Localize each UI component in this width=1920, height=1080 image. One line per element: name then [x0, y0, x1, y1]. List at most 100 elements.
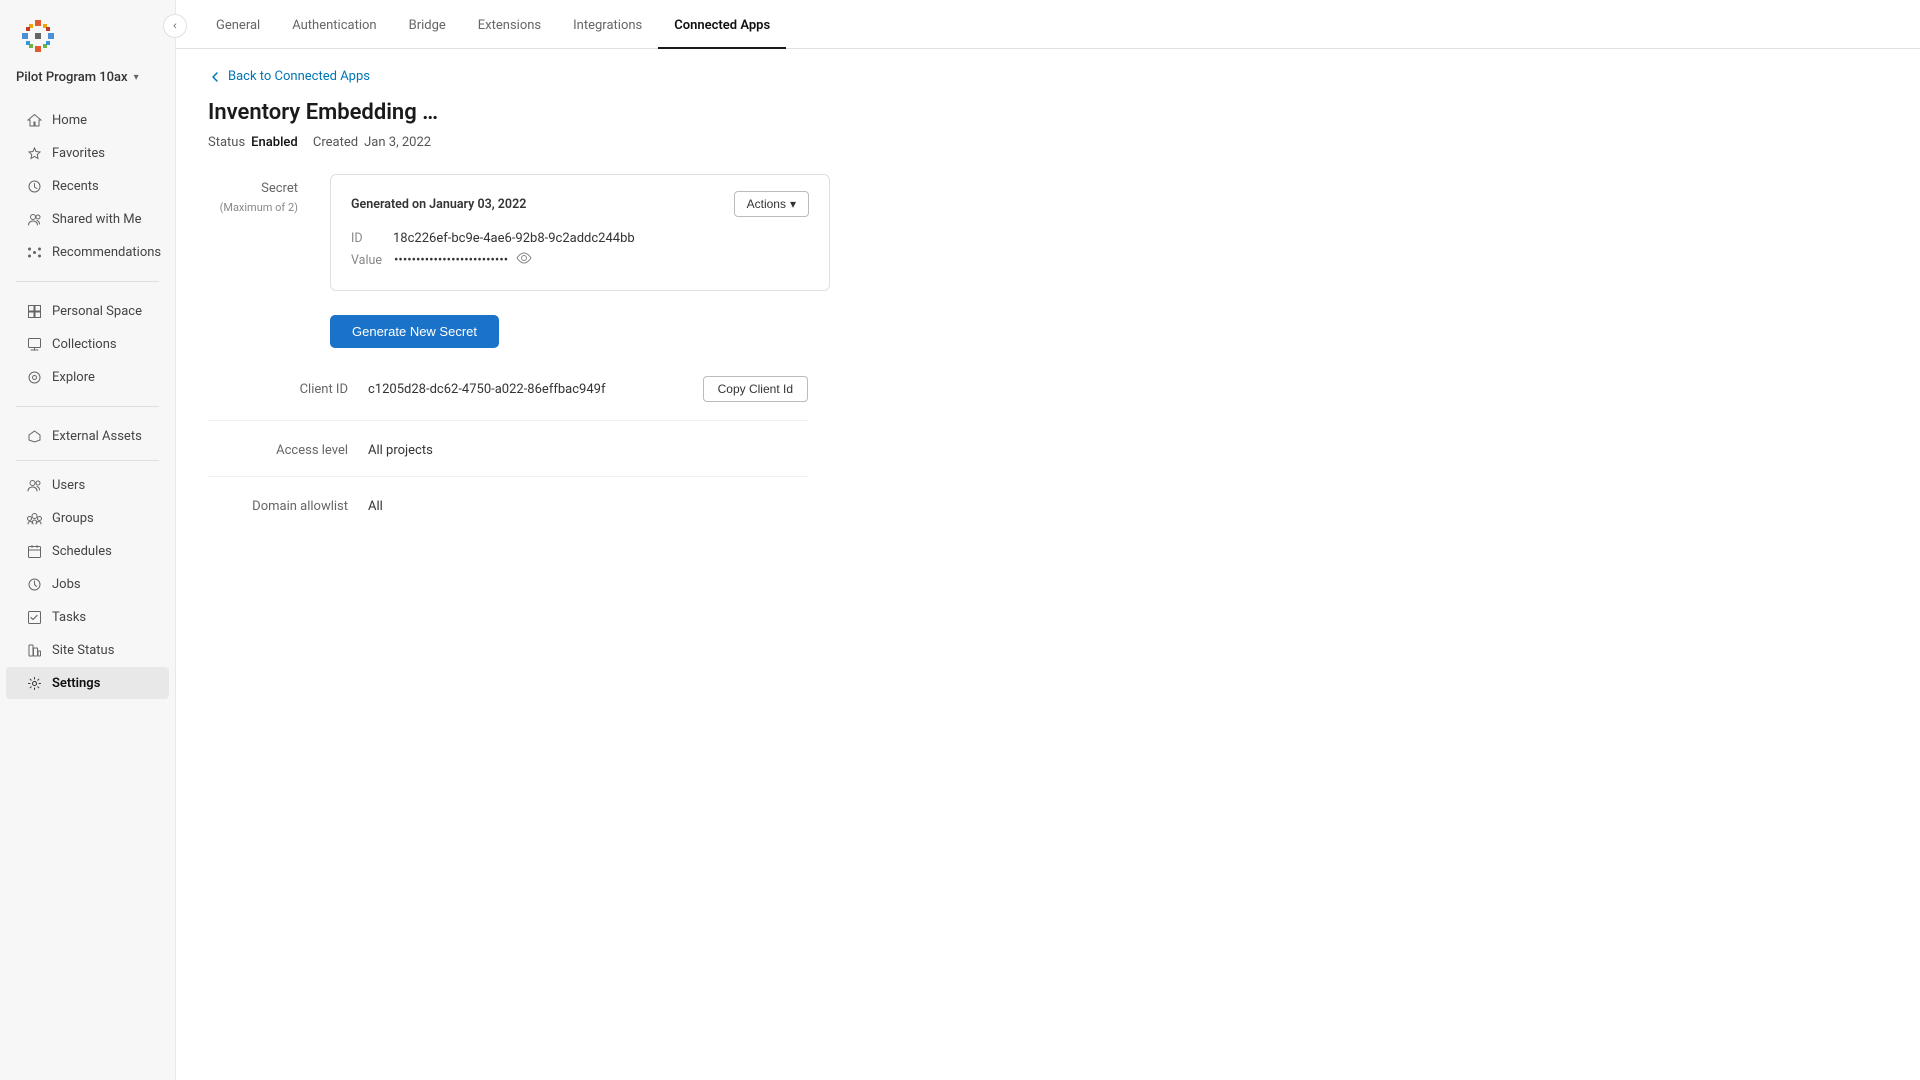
personal-space-icon	[26, 303, 42, 319]
tab-connected-apps[interactable]: Connected Apps	[658, 0, 786, 49]
secret-section-label: Secret	[208, 180, 298, 198]
sidebar-item-site-status[interactable]: Site Status	[6, 634, 169, 666]
page-meta: Status Enabled Created Jan 3, 2022	[208, 135, 1888, 150]
sidebar-item-favorites-label: Favorites	[52, 146, 105, 161]
jobs-icon	[26, 576, 42, 592]
sidebar-nav-top: Home Favorites Recents Shared with Me Re…	[0, 99, 175, 273]
connected-apps-content: Back to Connected Apps Inventory Embeddi…	[176, 49, 1920, 1080]
sidebar-item-schedules-label: Schedules	[52, 544, 112, 559]
sidebar-item-personal-space-label: Personal Space	[52, 304, 142, 319]
secret-card: Generated on January 03, 2022 Actions ▾ …	[330, 174, 830, 291]
copy-client-id-button[interactable]: Copy Client Id	[703, 376, 808, 402]
client-id-label: Client ID	[208, 382, 348, 397]
sidebar-item-recommendations-label: Recommendations	[52, 245, 161, 260]
client-id-row: Client ID c1205d28-dc62-4750-a022-86effb…	[208, 376, 808, 421]
sidebar-item-external-assets-label: External Assets	[52, 429, 142, 444]
domain-allowlist-label: Domain allowlist	[208, 499, 348, 514]
tab-general[interactable]: General	[200, 0, 276, 49]
sidebar-item-settings-label: Settings	[52, 676, 100, 691]
site-status-icon	[26, 642, 42, 658]
status-value: Enabled	[251, 135, 298, 150]
secret-value-row: Value ••••••••••••••••••••••••••	[351, 252, 809, 268]
access-level-value: All projects	[368, 443, 808, 458]
sidebar-item-home[interactable]: Home	[6, 104, 169, 136]
home-icon	[26, 112, 42, 128]
access-level-label: Access level	[208, 443, 348, 458]
tab-bridge[interactable]: Bridge	[393, 0, 462, 49]
actions-chevron-icon: ▾	[790, 197, 796, 211]
sidebar-item-explore-label: Explore	[52, 370, 95, 385]
sidebar-item-recommendations[interactable]: Recommendations	[6, 236, 169, 268]
secret-generated-text: Generated on January 03, 2022	[351, 197, 526, 212]
sidebar-item-tasks-label: Tasks	[52, 610, 86, 625]
sidebar-divider-3	[16, 460, 159, 461]
logo	[0, 0, 175, 64]
secret-value-masked: ••••••••••••••••••••••••••	[394, 252, 532, 268]
sidebar-item-recents[interactable]: Recents	[6, 170, 169, 202]
sidebar-nav-mid: Personal Space Collections Explore	[0, 290, 175, 398]
sidebar-item-groups[interactable]: Groups	[6, 502, 169, 534]
sidebar-item-explore[interactable]: Explore	[6, 361, 169, 393]
workspace-name: Pilot Program 10ax	[16, 70, 128, 85]
secret-section: Secret (Maximum of 2) Generated on Janua…	[208, 174, 1888, 291]
sidebar-nav-bottom: External Assets Users Groups Schedules	[0, 415, 175, 704]
tasks-icon	[26, 609, 42, 625]
workspace-selector[interactable]: Pilot Program 10ax ▾	[0, 64, 175, 99]
sidebar-item-favorites[interactable]: Favorites	[6, 137, 169, 169]
sidebar-collapse-button[interactable]: ‹	[163, 14, 187, 38]
secret-card-header: Generated on January 03, 2022 Actions ▾	[351, 191, 809, 217]
sidebar-item-groups-label: Groups	[52, 511, 94, 526]
secret-id-row: ID 18c226ef-bc9e-4ae6-92b8-9c2addc244bb	[351, 231, 809, 246]
secret-value-label: Value	[351, 253, 382, 268]
groups-icon	[26, 510, 42, 526]
settings-icon	[26, 675, 42, 691]
collections-icon	[26, 336, 42, 352]
back-arrow-icon	[208, 70, 222, 84]
sidebar-item-shared-with-me[interactable]: Shared with Me	[6, 203, 169, 235]
external-assets-icon	[26, 428, 42, 444]
secret-id-label: ID	[351, 231, 381, 246]
sidebar-item-personal-space[interactable]: Personal Space	[6, 295, 169, 327]
created-value: Jan 3, 2022	[364, 135, 431, 150]
secret-id-value: 18c226ef-bc9e-4ae6-92b8-9c2addc244bb	[393, 231, 635, 246]
page-title: Inventory Embedding …	[208, 100, 1888, 125]
tab-extensions[interactable]: Extensions	[462, 0, 557, 49]
main-content-area: General Authentication Bridge Extensions…	[176, 0, 1920, 1080]
actions-button[interactable]: Actions ▾	[734, 191, 809, 217]
sidebar-item-recents-label: Recents	[52, 179, 99, 194]
sidebar-item-schedules[interactable]: Schedules	[6, 535, 169, 567]
domain-allowlist-row: Domain allowlist All	[208, 499, 808, 532]
sidebar-divider-2	[16, 406, 159, 407]
domain-allowlist-value: All	[368, 499, 808, 514]
favorites-icon	[26, 145, 42, 161]
generate-new-secret-button[interactable]: Generate New Secret	[330, 315, 499, 348]
recommendations-icon	[26, 244, 42, 260]
secret-label-column: Secret (Maximum of 2)	[208, 174, 298, 216]
sidebar-item-site-status-label: Site Status	[52, 643, 114, 658]
sidebar-item-settings[interactable]: Settings	[6, 667, 169, 699]
meta-separator	[304, 135, 307, 150]
tab-integrations[interactable]: Integrations	[557, 0, 658, 49]
sidebar-item-users-label: Users	[52, 478, 85, 493]
sidebar-item-jobs[interactable]: Jobs	[6, 568, 169, 600]
settings-tabs: General Authentication Bridge Extensions…	[176, 0, 1920, 49]
sidebar-item-collections-label: Collections	[52, 337, 117, 352]
sidebar-item-external-assets[interactable]: External Assets	[6, 420, 169, 452]
sidebar-item-tasks[interactable]: Tasks	[6, 601, 169, 633]
tab-authentication[interactable]: Authentication	[276, 0, 392, 49]
sidebar-item-users[interactable]: Users	[6, 469, 169, 501]
client-id-value: c1205d28-dc62-4750-a022-86effbac949f	[368, 382, 683, 397]
generate-secret-container: Generate New Secret	[330, 315, 1888, 348]
explore-icon	[26, 369, 42, 385]
chevron-down-icon: ▾	[134, 72, 139, 83]
sidebar: ‹ Pilot Program 10ax ▾	[0, 0, 176, 1080]
schedules-icon	[26, 543, 42, 559]
created-label-text: Created	[313, 135, 358, 150]
sidebar-item-collections[interactable]: Collections	[6, 328, 169, 360]
access-level-row: Access level All projects	[208, 443, 808, 477]
status-label-text: Status	[208, 135, 245, 150]
reveal-secret-icon[interactable]	[516, 252, 532, 268]
shared-with-me-icon	[26, 211, 42, 227]
back-to-connected-apps-link[interactable]: Back to Connected Apps	[208, 69, 1888, 84]
users-icon	[26, 477, 42, 493]
